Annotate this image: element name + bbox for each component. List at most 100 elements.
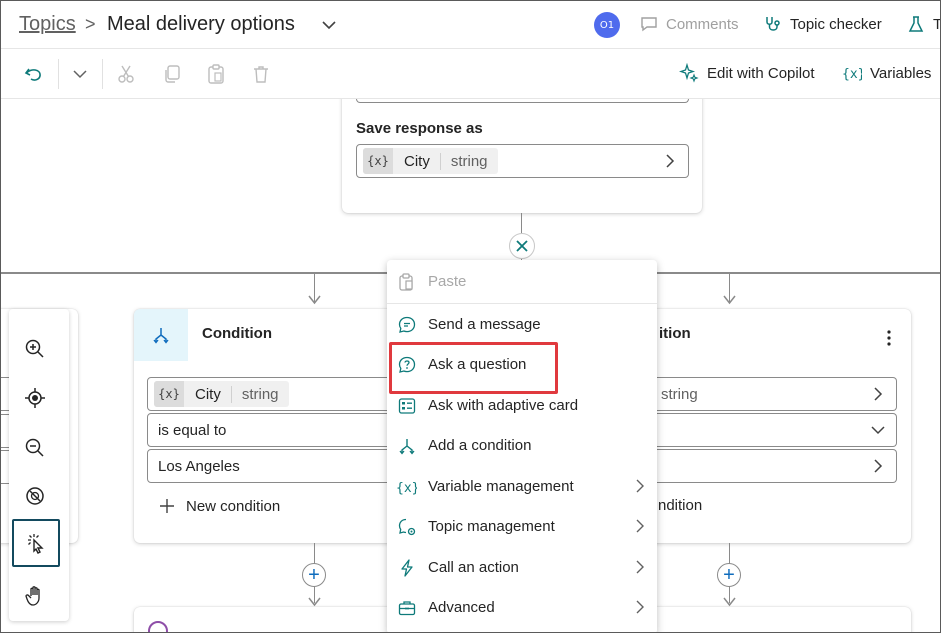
menu-item-add-condition[interactable]: Add a condition <box>387 426 657 466</box>
lightning-icon <box>401 559 413 577</box>
menu-item-topic-management[interactable]: Topic management <box>387 507 657 547</box>
comment-icon <box>641 17 657 32</box>
breadcrumb-topics-link[interactable]: Topics <box>19 13 76 36</box>
next-node-card[interactable] <box>134 607 414 632</box>
comments-button[interactable]: Comments <box>639 14 739 34</box>
chevron-right-icon <box>636 560 644 574</box>
question-node-card[interactable]: Save response as {x} City string <box>342 99 702 213</box>
message-icon <box>398 316 416 333</box>
variable-chip: {x} City string <box>154 381 289 407</box>
variable-name: City <box>404 152 430 170</box>
add-node-menu: Paste Send a message Ask a question Ask … <box>387 260 657 632</box>
test-button[interactable]: T <box>906 14 940 34</box>
edit-with-copilot-label: Edit with Copilot <box>707 64 815 82</box>
variable-type: string <box>439 152 498 170</box>
save-response-label: Save response as <box>356 120 483 137</box>
chevron-right-icon <box>874 459 883 473</box>
variable-name: City <box>195 385 221 403</box>
app-frame: Topics > Meal delivery options O1 Commen… <box>0 0 941 633</box>
chevron-right-icon <box>636 519 644 533</box>
paste-icon[interactable] <box>205 63 227 85</box>
sparkle-icon <box>679 63 699 83</box>
edit-with-copilot-button[interactable]: Edit with Copilot <box>679 63 815 83</box>
beaker-icon <box>908 16 924 32</box>
connector-line <box>521 213 522 233</box>
header-bar: Topics > Meal delivery options O1 Commen… <box>1 1 940 49</box>
question-input-field[interactable] <box>356 99 689 103</box>
chevron-right-icon <box>874 387 883 401</box>
toolbar-divider <box>102 59 103 89</box>
condition-title: ition <box>659 325 691 342</box>
close-menu-button[interactable] <box>509 233 535 259</box>
undo-icon[interactable] <box>23 63 45 85</box>
menu-item-label: Add a condition <box>428 437 532 454</box>
variable-chip: {x} City string <box>363 148 498 174</box>
zoom-in-icon[interactable] <box>23 337 47 361</box>
menu-item-variable-management[interactable]: {x} Variable management <box>387 467 657 507</box>
condition-card-left[interactable]: Condition {x} City string is equal to Lo… <box>134 309 414 543</box>
variable-icon: {x} <box>842 67 862 82</box>
topic-icon <box>398 518 416 536</box>
chevron-right-icon <box>666 154 675 168</box>
condition-icon-bg <box>134 309 188 361</box>
new-condition-label: New condition <box>186 497 281 515</box>
new-condition-label[interactable]: ndition <box>658 497 702 514</box>
condition-operator-select[interactable]: is equal to <box>147 413 414 447</box>
menu-item-label: Variable management <box>428 478 574 495</box>
toolbox-icon <box>398 601 416 616</box>
condition-icon <box>153 328 169 344</box>
chevron-down-icon[interactable] <box>69 63 91 85</box>
comments-label: Comments <box>666 15 739 33</box>
copy-icon[interactable] <box>161 63 183 85</box>
new-condition-button[interactable]: New condition <box>158 497 280 515</box>
recenter-icon[interactable] <box>23 386 47 410</box>
chevron-right-icon <box>636 479 644 493</box>
menu-item-label: Ask with adaptive card <box>428 397 579 414</box>
more-options-icon[interactable] <box>882 329 896 347</box>
save-response-field[interactable]: {x} City string <box>356 144 689 178</box>
paste-icon <box>399 273 413 291</box>
topic-checker-button[interactable]: Topic checker <box>763 14 882 34</box>
chevron-down-icon <box>871 426 885 435</box>
add-node-button[interactable]: + <box>717 563 741 587</box>
condition-value-field[interactable]: Los Angeles <box>147 449 414 483</box>
toolbar: Edit with Copilot {x} Variables <box>1 49 940 99</box>
variables-button[interactable]: {x} Variables <box>842 63 931 83</box>
arrow-down-icon <box>723 295 736 305</box>
plus-icon <box>160 499 174 513</box>
avatar[interactable]: O1 <box>594 12 620 38</box>
variable-type: string <box>230 385 289 403</box>
arrow-down-icon <box>723 597 736 607</box>
hand-pan-icon[interactable] <box>23 584 47 608</box>
variable-icon: {x} <box>154 381 184 407</box>
variable-icon: {x} <box>363 148 393 174</box>
cut-icon[interactable] <box>115 63 137 85</box>
arrow-down-icon <box>308 295 321 305</box>
select-tool-button[interactable] <box>12 519 60 567</box>
menu-item-paste[interactable]: Paste <box>387 262 657 302</box>
menu-item-send-message[interactable]: Send a message <box>387 305 657 345</box>
svg-text:{x}: {x} <box>842 67 862 82</box>
highlight-box <box>389 342 558 394</box>
adaptive-card-icon <box>398 398 416 414</box>
delete-icon[interactable] <box>250 63 272 85</box>
menu-divider <box>387 303 657 304</box>
menu-item-label: Topic management <box>428 518 555 535</box>
node-icon <box>148 621 168 632</box>
toolbar-divider <box>58 59 59 89</box>
minimap-icon[interactable] <box>23 484 47 508</box>
menu-item-call-action[interactable]: Call an action <box>387 548 657 588</box>
condition-variable-field[interactable]: {x} City string <box>147 377 414 411</box>
menu-item-label: Paste <box>428 273 467 290</box>
variable-type: string <box>661 386 698 403</box>
menu-item-label: Advanced <box>428 599 495 616</box>
menu-item-advanced[interactable]: Advanced <box>387 588 657 628</box>
breadcrumb-separator: > <box>85 14 96 34</box>
menu-item-label: Send a message <box>428 316 541 333</box>
chevron-right-icon <box>636 600 644 614</box>
zoom-out-icon[interactable] <box>23 436 47 460</box>
add-node-button[interactable]: + <box>302 563 326 587</box>
chevron-down-icon[interactable] <box>319 15 339 35</box>
arrow-down-icon <box>308 597 321 607</box>
select-pointer-icon <box>28 534 44 554</box>
